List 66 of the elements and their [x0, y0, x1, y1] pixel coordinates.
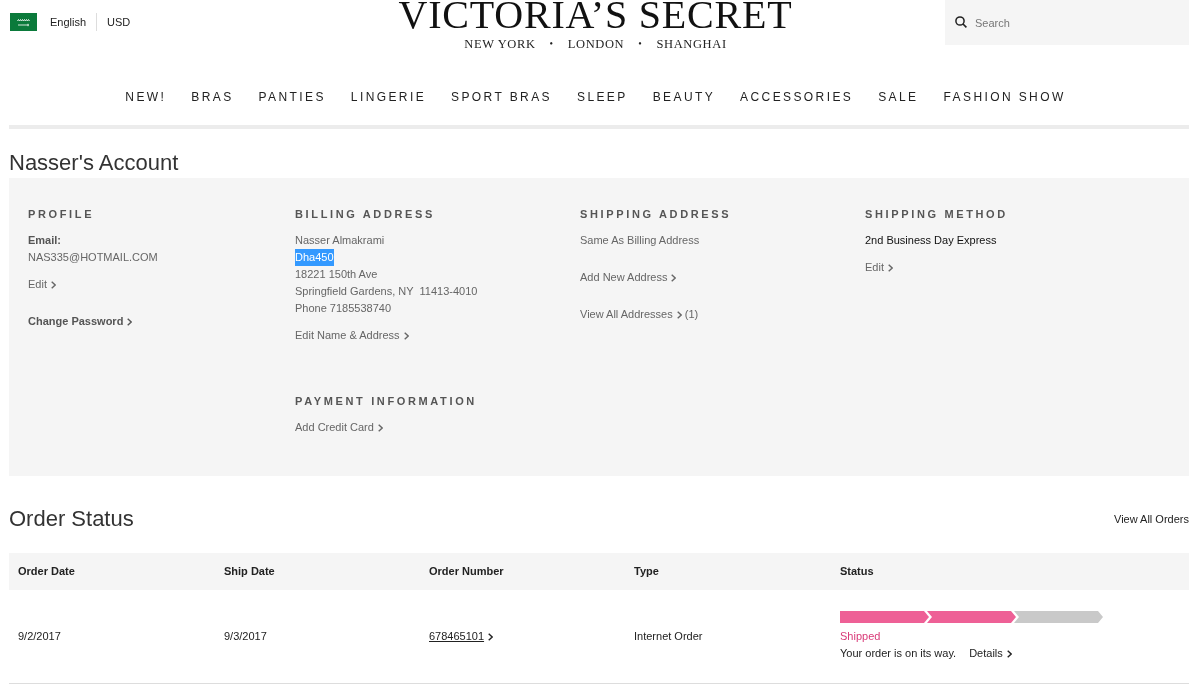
address-count: (1)	[684, 307, 699, 322]
order-number-link[interactable]: 678465101	[429, 628, 494, 645]
nav-link[interactable]: FASHION SHOW	[943, 89, 1066, 105]
nav-link[interactable]: BRAS	[191, 89, 234, 105]
table-cell-text: Internet Order	[634, 629, 703, 644]
nav-link[interactable]: ACCESSORIES	[740, 89, 854, 105]
table-cell-text: 9/2/2017	[18, 629, 61, 644]
chevron-right-icon	[127, 317, 133, 326]
chevron-right-icon	[676, 310, 682, 319]
tagline-city: NEW YORK	[464, 36, 536, 52]
shipping-summary: Same As Billing Address	[580, 233, 700, 248]
flag-icon[interactable]	[10, 13, 37, 31]
brand-logo[interactable]: VICTORIA’S SECRET	[398, 0, 793, 30]
section-heading: BILLING ADDRESS	[295, 207, 436, 222]
address-line: Springfield Gardens, NY 11413-4010	[295, 284, 478, 299]
view-all-orders-link[interactable]: View All Orders	[1114, 510, 1189, 528]
add-address-link[interactable]: Add New Address	[580, 269, 677, 286]
search-icon	[955, 16, 967, 28]
status-label: Shipped	[840, 629, 881, 644]
nav-link[interactable]: PANTIES	[258, 89, 326, 105]
change-password-link[interactable]: Change Password	[28, 313, 133, 330]
column-header: Ship Date	[224, 564, 275, 579]
edit-link[interactable]: Edit	[28, 276, 56, 293]
column-header: Order Date	[18, 564, 75, 579]
edit-address-link[interactable]: Edit Name & Address	[295, 327, 409, 344]
table-cell-text: 9/3/2017	[224, 629, 267, 644]
column-header: Status	[840, 564, 874, 579]
column-header: Type	[634, 564, 659, 579]
details-link[interactable]: Details	[969, 645, 1012, 662]
tagline-separator: •	[638, 37, 643, 51]
chevron-right-icon	[50, 280, 56, 289]
nav-link[interactable]: SLEEP	[577, 89, 628, 105]
address-line: Nasser Almakrami	[295, 233, 385, 248]
address-line: Phone 7185538740	[295, 301, 392, 316]
shipping-method-value: 2nd Business Day Express	[865, 233, 997, 248]
column-header: Order Number	[429, 564, 504, 579]
chevron-right-icon	[887, 263, 893, 272]
section-heading: PAYMENT INFORMATION	[295, 394, 477, 409]
edit-shipping-link[interactable]: Edit	[865, 259, 893, 276]
nav-link[interactable]: LINGERIE	[350, 89, 427, 105]
section-heading: SHIPPING METHOD	[865, 207, 1008, 222]
address-line: 18221 150th Ave	[295, 267, 378, 282]
nav-link[interactable]: NEW!	[125, 89, 167, 105]
add-credit-card-link[interactable]: Add Credit Card	[295, 419, 383, 436]
section-heading: PROFILE	[28, 207, 95, 222]
page-title: Nasser's Account	[9, 149, 179, 177]
chevron-right-icon	[671, 273, 677, 282]
nav-link[interactable]: BEAUTY	[652, 89, 716, 105]
tagline-separator: •	[549, 37, 554, 51]
language-selector[interactable]: English	[50, 13, 87, 31]
chevron-right-icon	[488, 632, 494, 641]
chevron-right-icon	[377, 423, 383, 432]
currency-selector[interactable]: USD	[107, 13, 131, 31]
tagline-city: SHANGHAI	[656, 36, 727, 52]
section-heading: SHIPPING ADDRESS	[580, 207, 732, 222]
nav-link[interactable]: SALE	[878, 89, 919, 105]
email-label: Email:	[28, 233, 61, 248]
search-field[interactable]: Search	[945, 0, 1189, 45]
section-title: Order Status	[9, 505, 134, 533]
nav-link[interactable]: SPORT BRAS	[451, 89, 552, 105]
status-message: Your order is on its way.	[840, 646, 957, 661]
email-text: NAS335@HOTMAIL.COM	[28, 250, 158, 265]
chevron-right-icon	[403, 331, 409, 340]
tagline-city: LONDON	[567, 36, 625, 52]
view-addresses-link[interactable]: View All Addresses	[580, 306, 682, 323]
chevron-right-icon	[1006, 649, 1012, 658]
